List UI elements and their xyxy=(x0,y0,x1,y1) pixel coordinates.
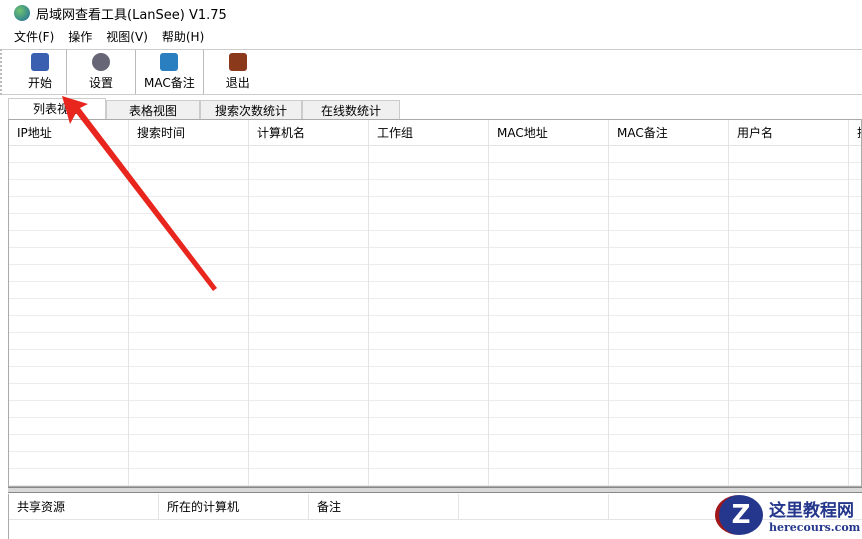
settings-label: 设置 xyxy=(89,76,114,90)
splitter[interactable] xyxy=(8,487,862,493)
menu-view[interactable]: 视图(V) xyxy=(106,28,148,48)
settings-gear-icon xyxy=(92,53,111,71)
window-title: 局域网查看工具(LanSee) V1.75 xyxy=(36,7,227,23)
col-mac-note[interactable]: MAC备注 xyxy=(609,120,729,145)
watermark-name: 这里教程网 xyxy=(769,501,854,521)
menu-operate[interactable]: 操作 xyxy=(68,28,92,48)
col-note[interactable]: 备注 xyxy=(309,494,459,519)
watermark-logo: Z 这里教程网 herecours.com xyxy=(715,495,860,535)
col-ip[interactable]: IP地址 xyxy=(9,120,129,145)
tab-list-view[interactable]: 列表视图 xyxy=(8,98,107,120)
col-host[interactable]: 所在的计算机 xyxy=(159,494,309,519)
toolbar: 开始 设置 MAC备注 退出 xyxy=(0,49,862,95)
exit-label: 退出 xyxy=(225,76,250,90)
col-username[interactable]: 用户名 xyxy=(729,120,849,145)
tab-search-count[interactable]: 搜索次数统计 xyxy=(200,100,303,120)
mac-note-button[interactable]: MAC备注 xyxy=(136,50,204,94)
col-workgroup[interactable]: 工作组 xyxy=(369,120,489,145)
exit-icon xyxy=(228,53,247,71)
col-computer-name[interactable]: 计算机名 xyxy=(249,120,369,145)
exit-button[interactable]: 退出 xyxy=(204,50,272,94)
col-search-time[interactable]: 搜索时间 xyxy=(129,120,249,145)
tab-online-count[interactable]: 在线数统计 xyxy=(302,100,401,120)
mac-note-label: MAC备注 xyxy=(144,76,195,90)
watermark-url: herecours.com xyxy=(769,521,861,534)
title-bar: 局域网查看工具(LanSee) V1.75 xyxy=(0,0,862,26)
col-share[interactable]: 共享资源 xyxy=(9,494,159,519)
menu-help[interactable]: 帮助(H) xyxy=(162,28,204,48)
menu-bar: 文件(F) 操作 视图(V) 帮助(H) xyxy=(0,28,218,48)
app-globe-icon xyxy=(14,5,30,21)
view-tabs: 列表视图 表格视图 搜索次数统计 在线数统计 xyxy=(8,98,401,120)
watermark-z-icon: Z xyxy=(715,495,763,535)
start-button[interactable]: 开始 xyxy=(14,50,68,94)
tab-table-view[interactable]: 表格视图 xyxy=(106,100,201,120)
settings-button[interactable]: 设置 xyxy=(67,50,137,94)
menu-file[interactable]: 文件(F) xyxy=(14,28,54,48)
host-list[interactable]: IP地址 搜索时间 计算机名 工作组 MAC地址 MAC备注 用户名 搜 xyxy=(8,119,862,487)
mac-note-icon xyxy=(160,53,179,71)
col-truncated[interactable]: 搜 xyxy=(849,120,861,145)
start-icon xyxy=(31,53,49,71)
start-label: 开始 xyxy=(28,76,53,90)
col-empty[interactable] xyxy=(459,494,609,519)
column-lines xyxy=(9,120,861,486)
list-header: IP地址 搜索时间 计算机名 工作组 MAC地址 MAC备注 用户名 搜 xyxy=(9,120,861,146)
col-mac[interactable]: MAC地址 xyxy=(489,120,609,145)
